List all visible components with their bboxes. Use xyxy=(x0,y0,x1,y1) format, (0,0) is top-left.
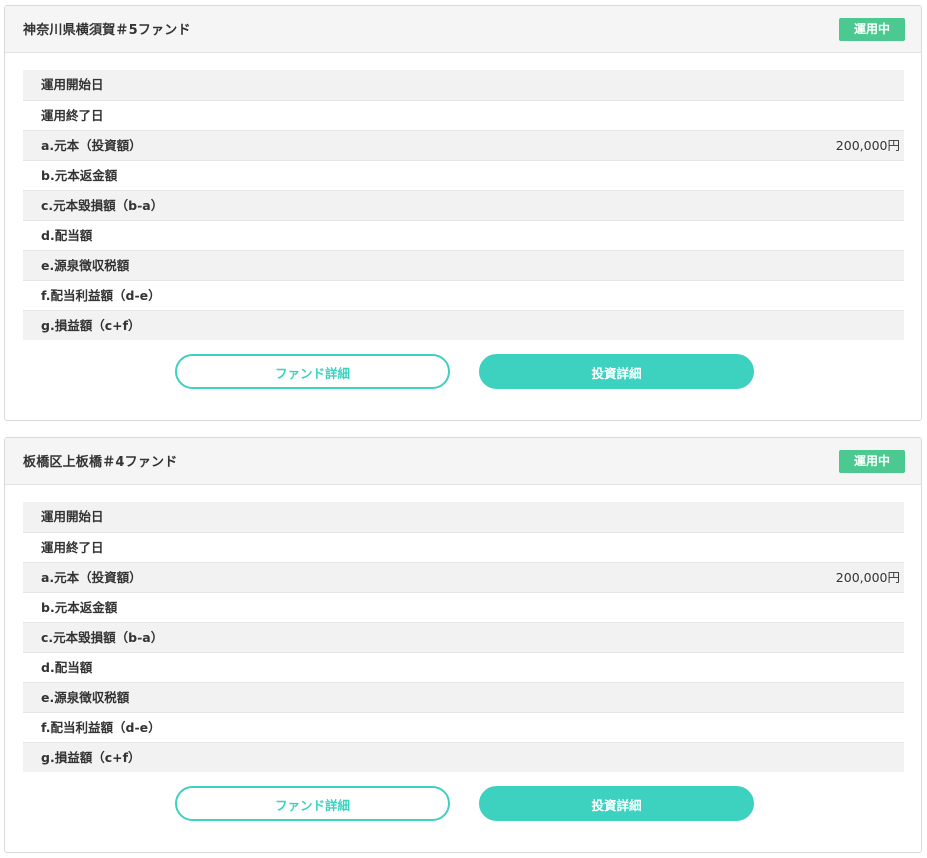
table-row: 運用開始日 xyxy=(23,70,904,100)
fund-details-table: 運用開始日 運用終了日 a.元本（投資額） 200,000円 b.元本返金額 c… xyxy=(23,70,904,340)
status-badge: 運用中 xyxy=(839,18,905,41)
row-label: f.配当利益額（d-e） xyxy=(41,720,161,735)
row-label: a.元本（投資額） xyxy=(41,570,142,585)
investment-detail-button[interactable]: 投資詳細 xyxy=(479,786,754,821)
table-row: a.元本（投資額） 200,000円 xyxy=(23,130,904,160)
row-label: e.源泉徴収税額 xyxy=(41,258,130,273)
table-row: c.元本毀損額（b-a） xyxy=(23,190,904,220)
table-row: f.配当利益額（d-e） xyxy=(23,712,904,742)
table-row: 運用終了日 xyxy=(23,100,904,130)
row-label: c.元本毀損額（b-a） xyxy=(41,198,164,213)
table-row: d.配当額 xyxy=(23,220,904,250)
table-row: a.元本（投資額） 200,000円 xyxy=(23,562,904,592)
row-label: e.源泉徴収税額 xyxy=(41,690,130,705)
row-label: 運用終了日 xyxy=(41,540,104,555)
row-label: d.配当額 xyxy=(41,660,93,675)
row-label: b.元本返金額 xyxy=(41,600,118,615)
table-row: g.損益額（c+f） xyxy=(23,310,904,340)
fund-title: 板橋区上板橋＃4ファンド xyxy=(23,455,178,470)
row-label: d.配当額 xyxy=(41,228,93,243)
table-row: 運用開始日 xyxy=(23,502,904,532)
row-label: c.元本毀損額（b-a） xyxy=(41,630,164,645)
investment-detail-button[interactable]: 投資詳細 xyxy=(479,354,754,389)
fund-title: 神奈川県横須賀＃5ファンド xyxy=(23,23,191,38)
row-value: 200,000円 xyxy=(835,570,900,585)
fund-card: 神奈川県横須賀＃5ファンド 運用中 運用開始日 運用終了日 a.元本（投資額） … xyxy=(4,5,922,421)
row-label: g.損益額（c+f） xyxy=(41,318,141,333)
table-row: c.元本毀損額（b-a） xyxy=(23,622,904,652)
row-value: 200,000円 xyxy=(835,138,900,153)
row-label: b.元本返金額 xyxy=(41,168,118,183)
fund-card-header: 神奈川県横須賀＃5ファンド 運用中 xyxy=(5,6,921,53)
fund-card-header: 板橋区上板橋＃4ファンド 運用中 xyxy=(5,438,921,485)
table-row: g.損益額（c+f） xyxy=(23,742,904,772)
row-label: 運用終了日 xyxy=(41,108,104,123)
table-row: d.配当額 xyxy=(23,652,904,682)
table-row: b.元本返金額 xyxy=(23,160,904,190)
fund-details-table: 運用開始日 運用終了日 a.元本（投資額） 200,000円 b.元本返金額 c… xyxy=(23,502,904,772)
table-row: e.源泉徴収税額 xyxy=(23,250,904,280)
row-label: f.配当利益額（d-e） xyxy=(41,288,161,303)
row-label: 運用開始日 xyxy=(41,77,104,92)
status-badge: 運用中 xyxy=(839,450,905,473)
table-row: 運用終了日 xyxy=(23,532,904,562)
fund-detail-button[interactable]: ファンド詳細 xyxy=(175,786,450,821)
table-row: b.元本返金額 xyxy=(23,592,904,622)
row-label: g.損益額（c+f） xyxy=(41,750,141,765)
row-label: 運用開始日 xyxy=(41,509,104,524)
table-row: e.源泉徴収税額 xyxy=(23,682,904,712)
fund-card: 板橋区上板橋＃4ファンド 運用中 運用開始日 運用終了日 a.元本（投資額） 2… xyxy=(4,437,922,853)
row-label: a.元本（投資額） xyxy=(41,138,142,153)
fund-detail-button[interactable]: ファンド詳細 xyxy=(175,354,450,389)
table-row: f.配当利益額（d-e） xyxy=(23,280,904,310)
